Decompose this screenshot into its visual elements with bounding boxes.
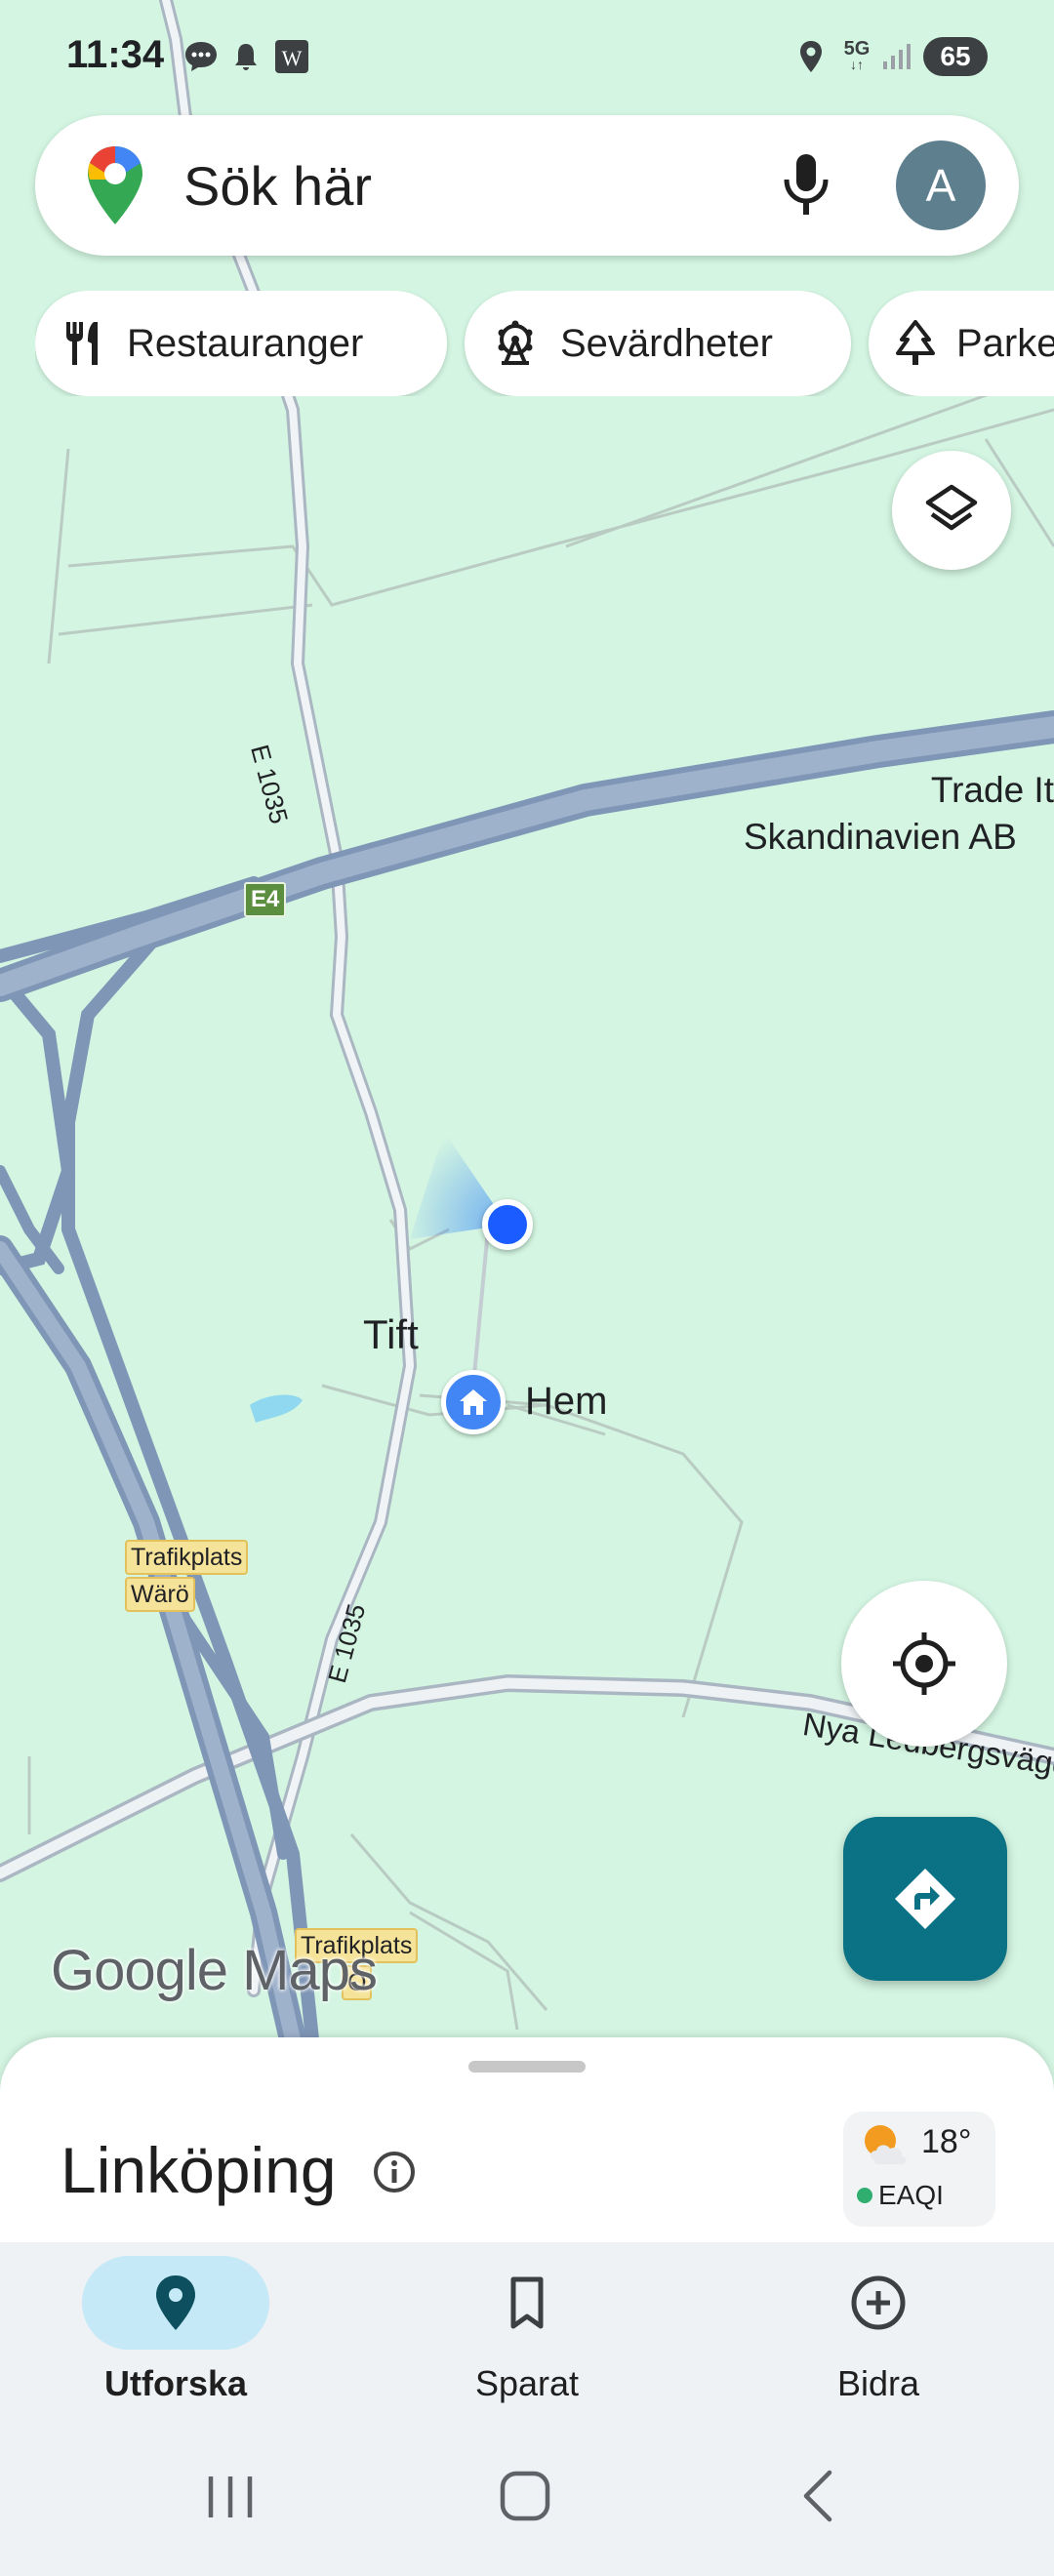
map-layers-button[interactable] (892, 451, 1011, 570)
w-app-icon: W (273, 39, 310, 74)
recent-apps-icon[interactable] (201, 2473, 260, 2521)
current-location-dot[interactable] (482, 1199, 533, 1250)
highway-shield-e4: E4 (244, 882, 287, 917)
interchange-label-line: Wärö (125, 1577, 195, 1612)
account-avatar[interactable]: A (896, 141, 986, 230)
my-location-button[interactable] (841, 1581, 1007, 1747)
messages-icon (182, 39, 221, 74)
poi-label-line: Skandinavien AB (744, 817, 1017, 857)
battery-indicator: 65 (923, 37, 988, 76)
nav-label: Utforska (103, 2363, 248, 2403)
nav-label: Bidra (836, 2363, 920, 2403)
chip-parks[interactable]: Parker (869, 291, 1054, 396)
interchange-label-line: Trafikplats (125, 1540, 249, 1575)
poi-label-line: Trade It (930, 770, 1054, 810)
back-icon[interactable] (796, 2469, 839, 2523)
air-quality-label: EAQI (878, 2180, 944, 2210)
bottom-navigation: Utforska Sparat Bidra (0, 2242, 1054, 2428)
interchange-label-waro: Trafikplats Wärö (125, 1540, 249, 1612)
chip-label: Sevärdheter (560, 321, 773, 365)
search-bar[interactable]: Sök här A (35, 115, 1019, 256)
home-label[interactable]: Hem (525, 1380, 607, 1424)
status-time: 11:34 (66, 33, 165, 76)
directions-icon (895, 1869, 955, 1929)
layers-icon (925, 484, 978, 531)
chip-attractions[interactable]: Sevärdheter (465, 291, 851, 396)
home-button-icon[interactable] (498, 2469, 552, 2523)
aqi-status-dot (857, 2188, 872, 2203)
drag-handle[interactable] (468, 2061, 586, 2073)
info-icon[interactable] (371, 2149, 418, 2195)
category-chips: Restauranger Sevärdheter Parker (35, 291, 1054, 396)
chip-restaurants[interactable]: Restauranger (35, 291, 447, 396)
explore-pin-icon (156, 2275, 195, 2330)
5g-icon: 5G ↓↑ (843, 38, 871, 72)
google-maps-watermark: Google Maps (51, 1939, 378, 2002)
nav-saved[interactable]: Sparat (351, 2242, 703, 2428)
search-input[interactable]: Sök här (183, 154, 372, 218)
fork-knife-icon (66, 322, 98, 365)
signal-icon (880, 39, 913, 74)
chip-label: Parker (956, 321, 1054, 365)
crosshair-icon (893, 1632, 955, 1695)
notification-bell-icon (230, 39, 262, 74)
chip-label: Restauranger (127, 321, 364, 365)
nav-contribute[interactable]: Bidra (703, 2242, 1054, 2428)
google-maps-pin-icon (88, 146, 142, 224)
place-label-tift: Tift (363, 1311, 419, 1357)
area-title: Linköping (61, 2134, 337, 2206)
svg-text:W: W (282, 46, 303, 70)
system-navigation-bar (0, 2428, 1054, 2576)
microphone-icon[interactable] (777, 150, 835, 221)
weather-chip[interactable]: 18° EAQI (843, 2112, 995, 2227)
poi-label-trade[interactable]: Trade It Skandinavien AB (722, 767, 1054, 861)
home-icon (460, 1389, 487, 1415)
nav-explore[interactable]: Utforska (0, 2242, 351, 2428)
location-icon (794, 39, 828, 74)
bookmark-icon (510, 2276, 544, 2329)
nav-label: Sparat (474, 2363, 580, 2403)
bottom-sheet[interactable]: Linköping 18° EAQI (0, 2037, 1054, 2242)
home-marker[interactable] (441, 1370, 506, 1434)
directions-button[interactable] (843, 1817, 1007, 1981)
weather-temperature: 18° (921, 2123, 972, 2160)
ferris-wheel-icon (498, 320, 533, 365)
status-bar: 11:34 W 5G ↓↑ 65 (0, 0, 1054, 107)
tree-icon (896, 320, 935, 365)
plus-circle-icon (851, 2275, 906, 2330)
network-label: 5G (843, 38, 871, 60)
partly-cloudy-icon (865, 2125, 907, 2164)
